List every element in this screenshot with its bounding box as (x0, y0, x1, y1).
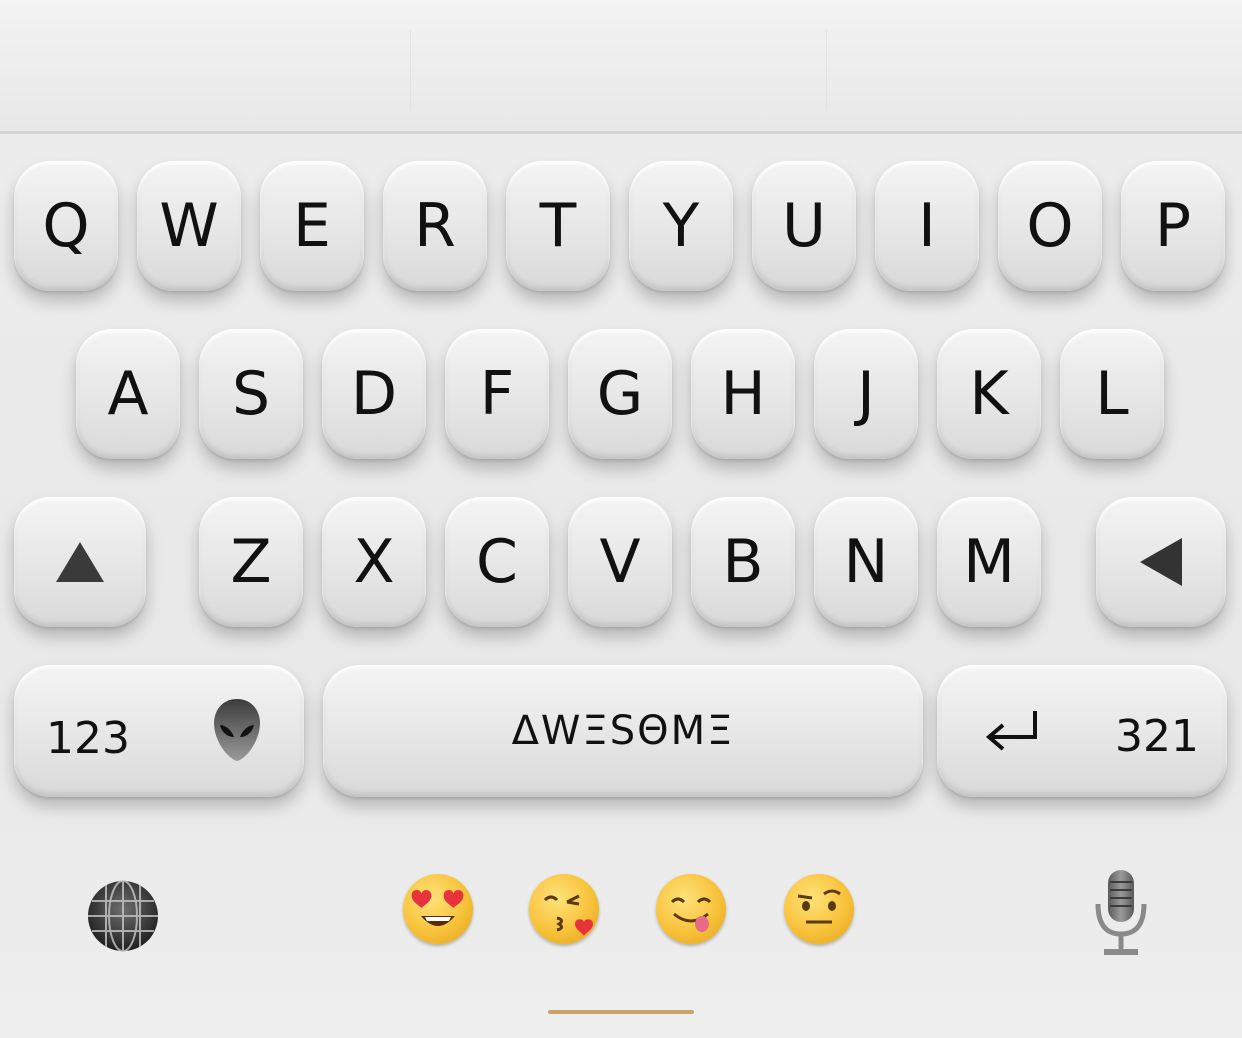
key-s[interactable]: S (199, 329, 303, 459)
alien-head-icon (214, 699, 260, 761)
space-bar[interactable]: ΔWΞSΘMΞ (323, 665, 923, 797)
shift-key[interactable] (14, 497, 146, 627)
suggestion-divider (410, 30, 411, 110)
space-bar-label: ΔWΞSΘMΞ (511, 708, 735, 754)
key-l[interactable]: L (1060, 329, 1164, 459)
key-label: Q (42, 191, 90, 261)
key-label: F (479, 359, 515, 429)
key-label: D (350, 359, 398, 429)
heart-eyes-face-icon (411, 889, 464, 926)
keyboard: Q W E R T Y U I O P A S D F G H J K L Z … (0, 137, 1242, 1038)
key-label: J (857, 359, 875, 429)
key-p[interactable]: P (1121, 161, 1225, 291)
yum-emoji[interactable] (656, 874, 726, 944)
key-e[interactable]: E (260, 161, 364, 291)
key-y[interactable]: Y (629, 161, 733, 291)
key-j[interactable]: J (814, 329, 918, 459)
backspace-left-triangle-icon (1140, 538, 1182, 586)
key-label: K (969, 359, 1009, 429)
key-r[interactable]: R (383, 161, 487, 291)
key-label: T (539, 191, 577, 261)
return-key[interactable]: 321 (937, 665, 1227, 797)
kissing-heart-emoji[interactable] (529, 874, 599, 944)
key-n[interactable]: N (814, 497, 918, 627)
key-d[interactable]: D (322, 329, 426, 459)
key-v[interactable]: V (568, 497, 672, 627)
key-label: Y (662, 191, 700, 261)
globe-icon[interactable] (86, 879, 160, 953)
suggestion-bar (0, 0, 1242, 134)
key-x[interactable]: X (322, 497, 426, 627)
key-label: C (476, 527, 518, 597)
key-h[interactable]: H (691, 329, 795, 459)
yum-face-icon (670, 897, 712, 932)
key-label: M (963, 527, 1015, 597)
key-c[interactable]: C (445, 497, 549, 627)
key-label: A (107, 359, 149, 429)
key-w[interactable]: W (137, 161, 241, 291)
key-label: P (1154, 191, 1192, 261)
key-label: R (414, 191, 456, 261)
key-label: G (596, 359, 644, 429)
raised-eyebrow-face-icon (797, 889, 841, 924)
shift-up-triangle-icon (56, 542, 104, 582)
numbers-key[interactable]: 123 (14, 665, 304, 797)
key-label: X (353, 527, 395, 597)
key-k[interactable]: K (937, 329, 1041, 459)
key-o[interactable]: O (998, 161, 1102, 291)
key-z[interactable]: Z (199, 497, 303, 627)
suggestion-divider (826, 30, 827, 110)
key-label: B (722, 527, 764, 597)
key-label: U (782, 191, 826, 261)
key-label: Z (230, 527, 272, 597)
key-label: W (159, 191, 219, 261)
key-label: L (1095, 359, 1129, 429)
key-label: S (231, 359, 271, 429)
key-b[interactable]: B (691, 497, 795, 627)
backspace-key[interactable] (1096, 497, 1226, 627)
key-f[interactable]: F (445, 329, 549, 459)
key-a[interactable]: A (76, 329, 180, 459)
return-arrow-icon (985, 711, 1037, 751)
key-label: I (918, 191, 936, 261)
raised-eyebrow-emoji[interactable] (784, 874, 854, 944)
key-m[interactable]: M (937, 497, 1041, 627)
home-indicator (548, 1010, 694, 1014)
key-label: O (1026, 191, 1074, 261)
key-i[interactable]: I (875, 161, 979, 291)
numbers-label: 123 (46, 713, 130, 764)
key-g[interactable]: G (568, 329, 672, 459)
key-label: H (720, 359, 766, 429)
key-q[interactable]: Q (14, 161, 118, 291)
key-u[interactable]: U (752, 161, 856, 291)
key-label: N (843, 527, 889, 597)
kissing-face-icon (543, 894, 593, 936)
key-label: E (293, 191, 331, 261)
reverse-numbers-label: 321 (1115, 711, 1199, 762)
key-label: V (599, 527, 641, 597)
key-t[interactable]: T (506, 161, 610, 291)
heart-eyes-emoji[interactable] (403, 874, 473, 944)
microphone-icon[interactable] (1092, 868, 1150, 958)
